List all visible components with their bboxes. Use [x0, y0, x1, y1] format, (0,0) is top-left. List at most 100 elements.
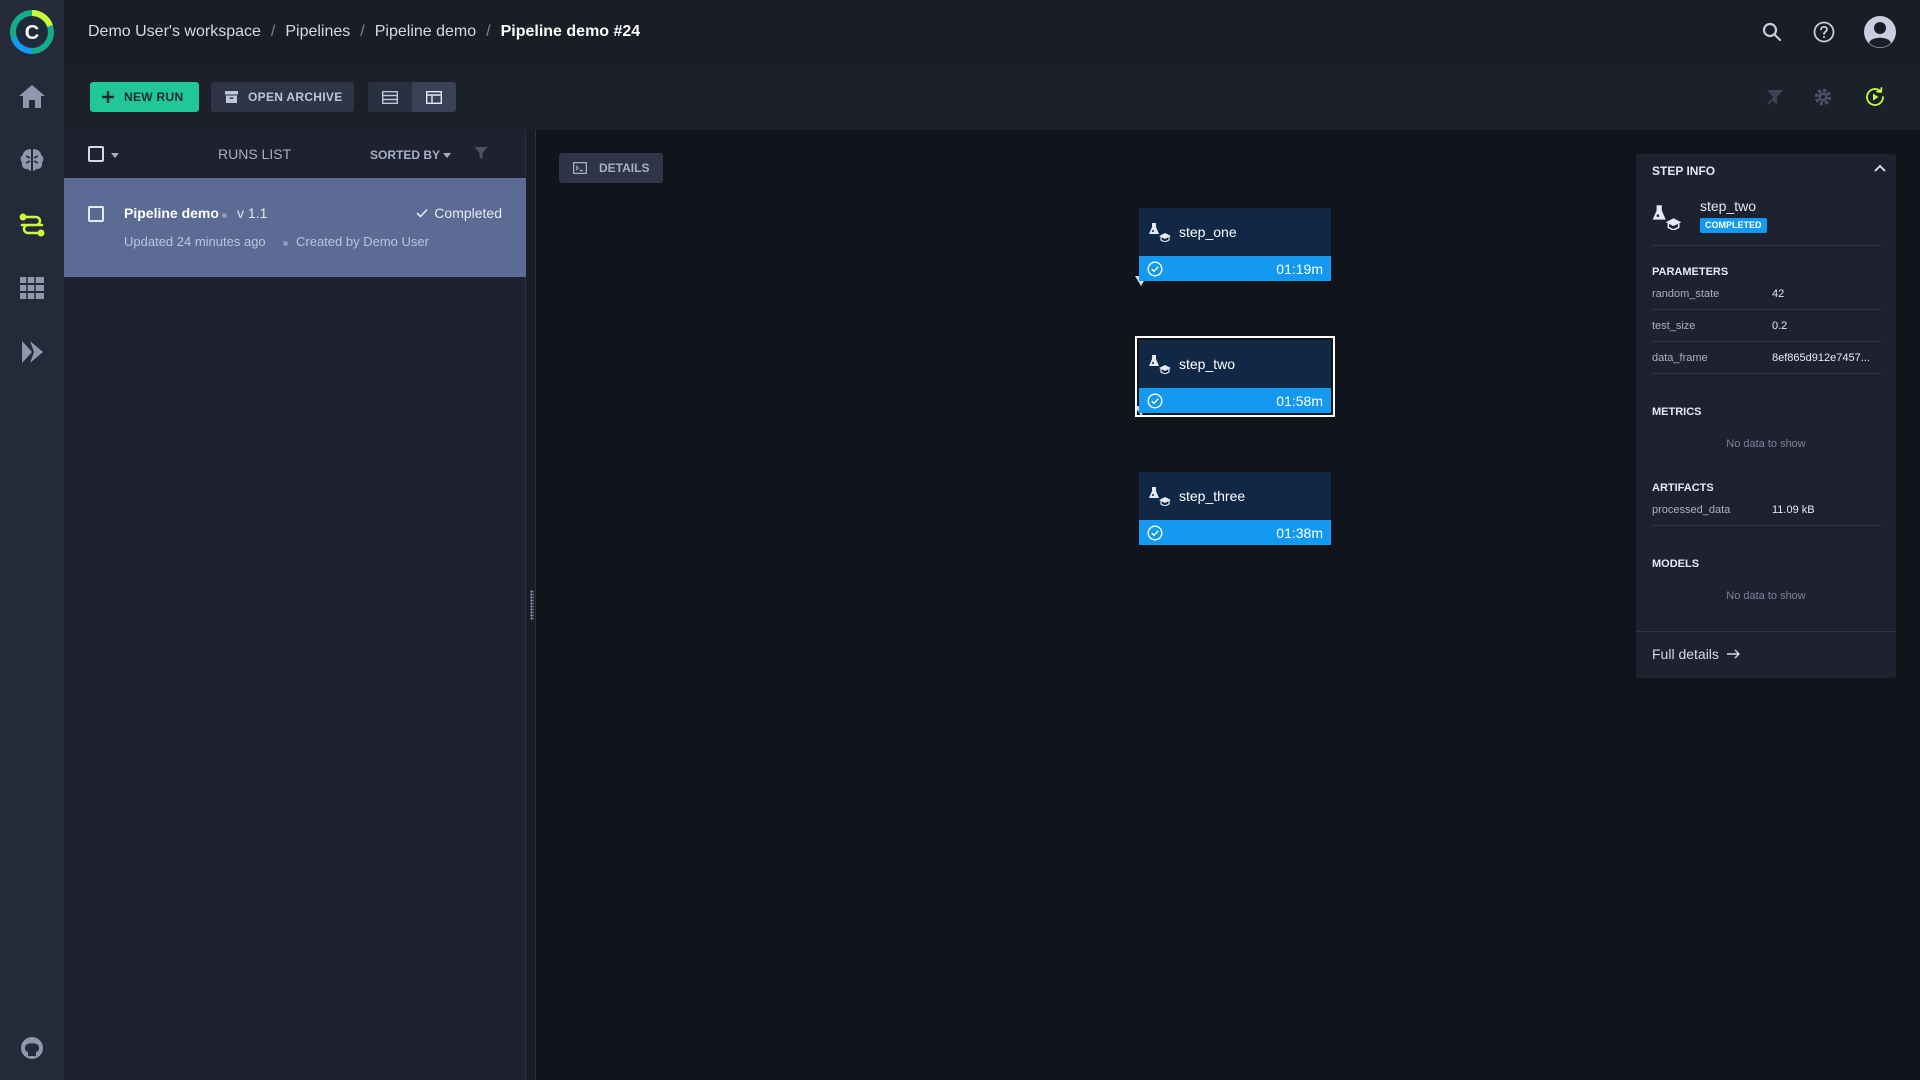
- step-type-icon: [1149, 223, 1171, 242]
- nav-brain-icon[interactable]: [14, 142, 50, 178]
- settings-gear-icon[interactable]: [1808, 82, 1838, 112]
- step-summary: step_two COMPLETED: [1652, 198, 1882, 246]
- breadcrumb-current-run: Pipeline demo #24: [500, 23, 641, 40]
- step-type-icon: [1149, 355, 1171, 374]
- left-nav: C: [0, 0, 64, 1080]
- select-all-checkbox[interactable]: [88, 146, 104, 162]
- step-header: step_one: [1139, 208, 1331, 256]
- filter-off-icon[interactable]: [1760, 82, 1790, 112]
- nav-home-icon[interactable]: [14, 78, 50, 114]
- step-type-icon: [1149, 487, 1171, 506]
- filter-icon[interactable]: [474, 146, 488, 160]
- separator-dot: [283, 241, 288, 246]
- archive-icon: [225, 91, 238, 103]
- collapse-chevron-up-icon[interactable]: [1874, 164, 1886, 172]
- github-icon[interactable]: [14, 1030, 50, 1066]
- runs-list-panel: RUNS LIST SORTED BY Pipeline demo v 1.1 …: [64, 130, 526, 1080]
- breadcrumb-separator: /: [270, 23, 276, 40]
- plus-icon: [102, 91, 114, 103]
- new-run-label: NEW RUN: [124, 90, 184, 104]
- run-name: Pipeline demo: [124, 205, 219, 221]
- user-avatar-icon[interactable]: [1862, 14, 1898, 50]
- run-updated: Updated 24 minutes ago: [124, 234, 266, 249]
- step-name: step_one: [1179, 224, 1237, 240]
- open-archive-label: OPEN ARCHIVE: [248, 90, 343, 104]
- full-details-link[interactable]: Full details: [1652, 646, 1741, 662]
- run-created-by: Created by Demo User: [296, 234, 429, 249]
- table-view-icon[interactable]: [368, 82, 412, 112]
- nav-datasets-icon[interactable]: [14, 270, 50, 306]
- artifact-row[interactable]: processed_data 11.09 kB: [1652, 494, 1882, 526]
- parameter-value: 0.2: [1772, 320, 1788, 332]
- search-icon[interactable]: [1756, 16, 1788, 48]
- run-list-item[interactable]: Pipeline demo v 1.1 Completed Updated 24…: [64, 178, 526, 277]
- dag-step-node[interactable]: step_one 01:19m: [1139, 208, 1331, 281]
- step-name: step_three: [1179, 488, 1246, 504]
- run-checkbox[interactable]: [88, 206, 104, 222]
- svg-text:C: C: [25, 22, 39, 44]
- breadcrumb-separator: /: [360, 23, 365, 40]
- models-heading: MODELS: [1652, 558, 1700, 570]
- details-label: DETAILS: [599, 161, 650, 175]
- parameter-row: data_frame 8ef865d912e7457...: [1652, 342, 1882, 374]
- step-status-bar: 01:19m: [1139, 256, 1331, 281]
- check-icon: [416, 208, 428, 218]
- step-duration: 01:58m: [1276, 392, 1323, 409]
- sort-chevron-down-icon[interactable]: [443, 153, 451, 158]
- details-view-icon[interactable]: [412, 82, 456, 112]
- view-toggle: [368, 82, 456, 112]
- new-run-button[interactable]: NEW RUN: [90, 82, 199, 112]
- runs-list-title: RUNS LIST: [218, 146, 292, 162]
- sorted-by-button[interactable]: SORTED BY: [370, 148, 440, 162]
- breadcrumb: Demo User's workspace / Pipelines / Pipe…: [88, 0, 640, 64]
- run-status-label: Completed: [434, 205, 502, 221]
- parameters-heading: PARAMETERS: [1652, 266, 1729, 278]
- parameter-row: test_size 0.2: [1652, 310, 1882, 342]
- help-icon[interactable]: [1808, 16, 1840, 48]
- dag-step-node[interactable]: step_three 01:38m: [1139, 472, 1331, 545]
- panel-resizer: [526, 130, 536, 1080]
- select-menu-chevron-down-icon[interactable]: [111, 153, 119, 158]
- dag-step-node-selected[interactable]: step_two 01:58m: [1135, 336, 1335, 417]
- models-empty-state: No data to show: [1726, 590, 1806, 602]
- metrics-heading: METRICS: [1652, 406, 1702, 418]
- step-name: step_two: [1179, 356, 1236, 372]
- metrics-empty-state: No data to show: [1726, 438, 1806, 450]
- arrow-right-icon: [1726, 649, 1740, 659]
- step-header: step_two: [1139, 340, 1331, 388]
- parameter-key: random_state: [1652, 288, 1720, 300]
- parameter-value: 8ef865d912e7457...: [1772, 352, 1870, 364]
- runs-list-header: RUNS LIST SORTED BY: [64, 130, 526, 178]
- step-type-icon: [1652, 205, 1682, 230]
- resize-handle[interactable]: [530, 590, 534, 620]
- console-icon: [573, 162, 587, 174]
- check-circle-icon: [1147, 524, 1163, 541]
- toolbar: NEW RUN OPEN ARCHIVE: [64, 64, 1920, 130]
- open-archive-button[interactable]: OPEN ARCHIVE: [211, 82, 354, 112]
- breadcrumb-pipeline[interactable]: Pipeline demo: [375, 23, 476, 41]
- artifact-key: processed_data: [1652, 504, 1731, 516]
- breadcrumb-workspace[interactable]: Demo User's workspace: [88, 23, 261, 41]
- full-details-label: Full details: [1652, 646, 1719, 662]
- parameter-key: data_frame: [1652, 352, 1708, 364]
- breadcrumb-pipelines[interactable]: Pipelines: [285, 23, 350, 41]
- nav-deploy-icon[interactable]: [14, 334, 50, 370]
- step-status-bar: 01:58m: [1139, 388, 1331, 413]
- run-version: v 1.1: [237, 205, 268, 221]
- check-circle-icon: [1147, 260, 1163, 277]
- artifact-value: 11.09 kB: [1772, 504, 1815, 516]
- run-status: Completed: [416, 205, 502, 221]
- parameter-value: 42: [1772, 288, 1785, 300]
- clearml-logo-icon[interactable]: C: [8, 8, 56, 56]
- step-duration: 01:19m: [1276, 260, 1323, 277]
- separator-dot: [222, 213, 227, 218]
- divider: [1636, 631, 1896, 632]
- nav-pipelines-icon[interactable]: [14, 206, 50, 242]
- step-info-name: step_two: [1700, 198, 1757, 214]
- artifacts-heading: ARTIFACTS: [1652, 482, 1714, 494]
- check-circle-icon: [1147, 392, 1163, 409]
- auto-refresh-icon[interactable]: [1860, 82, 1890, 112]
- step-duration: 01:38m: [1276, 524, 1323, 541]
- details-button[interactable]: DETAILS: [559, 153, 663, 183]
- step-info-title: STEP INFO: [1652, 164, 1716, 178]
